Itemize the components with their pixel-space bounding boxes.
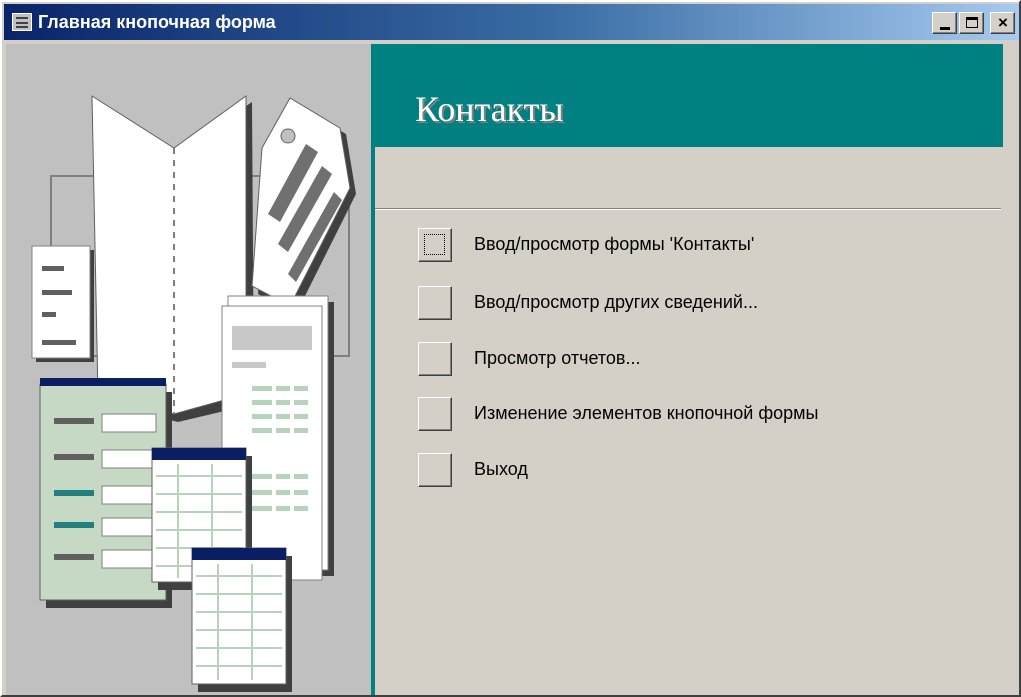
menu-label-other-info: Ввод/просмотр других сведений... [474,292,758,312]
close-icon: × [998,13,1008,32]
menu-button-edit-switchboard[interactable] [418,397,452,431]
menu-button-exit[interactable] [418,453,452,487]
menu-button-reports[interactable] [418,342,452,376]
menu-label-contacts-form: Ввод/просмотр формы 'Контакты' [474,234,755,254]
form-icon[interactable] [12,13,32,31]
page-title: Контакты [415,89,564,129]
illustration-svg [31,95,356,692]
minimize-button[interactable] [932,12,957,34]
switchboard-illustration [6,44,371,695]
menu-label-reports: Просмотр отчетов... [474,348,641,368]
maximize-icon [966,17,978,28]
window-title: Главная кнопочная форма [38,12,276,32]
menu-button-other-info[interactable] [418,286,452,320]
maximize-button[interactable] [959,12,984,34]
menu-button-contacts-form[interactable] [418,228,452,262]
header-divider [375,208,1001,210]
menu-label-edit-switchboard: Изменение элементов кнопочной формы [474,403,819,423]
title-bar[interactable]: Главная кнопочная форма × [4,4,1019,40]
minimize-icon [940,27,950,30]
menu-label-exit: Выход [474,459,528,479]
close-button[interactable]: × [990,12,1015,34]
